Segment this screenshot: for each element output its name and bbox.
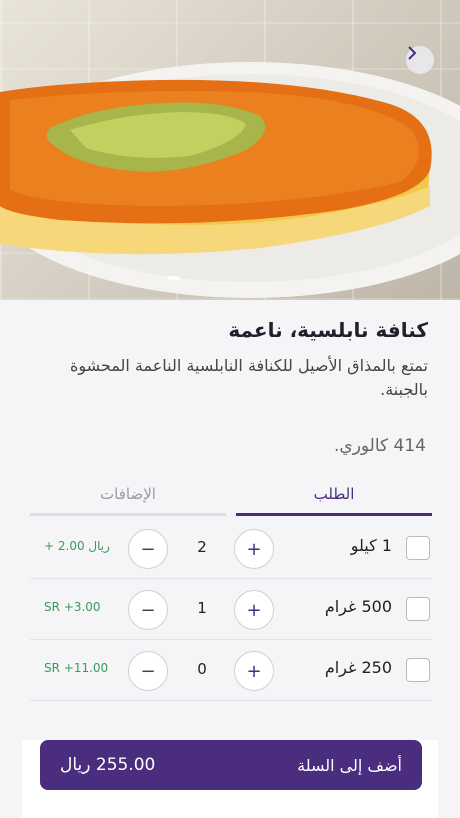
option-price: SR +11.00 (44, 661, 109, 675)
product-title: كنافة نابلسية، ناعمة (228, 318, 428, 342)
cart-total: 255.00 ريال (60, 755, 156, 775)
decrease-button[interactable]: − (128, 529, 168, 569)
increase-button[interactable]: + (234, 651, 274, 691)
tab-order[interactable]: الطلب (236, 482, 432, 516)
quantity-value: 0 (197, 660, 207, 678)
option-price: SR +3.00 (44, 600, 101, 614)
option-row: 1 كيلو + 2 − + 2.00 ريال (30, 518, 432, 579)
option-row: 500 غرام + 1 − SR +3.00 (30, 579, 432, 640)
increase-button[interactable]: + (234, 590, 274, 630)
quantity-value: 1 (197, 599, 207, 617)
carousel-indicator (168, 276, 180, 280)
cart-bar: 255.00 ريال أضف إلى السلة (22, 740, 438, 818)
option-label: 500 غرام (324, 597, 392, 616)
option-checkbox[interactable] (406, 536, 430, 560)
decrease-button[interactable]: − (128, 651, 168, 691)
next-image-button[interactable] (406, 46, 434, 74)
decrease-button[interactable]: − (128, 590, 168, 630)
tab-extras[interactable]: الإضافات (30, 482, 226, 516)
option-checkbox[interactable] (406, 658, 430, 682)
tabs: الطلب الإضافات (30, 482, 432, 516)
option-checkbox[interactable] (406, 597, 430, 621)
increase-button[interactable]: + (234, 529, 274, 569)
option-label: 250 غرام (324, 658, 392, 677)
option-price: + 2.00 ريال (44, 539, 110, 553)
option-row: 250 غرام + 0 − SR +11.00 (30, 640, 432, 701)
kunafa-illustration (0, 62, 460, 298)
product-calories: 414 كالوري. (333, 436, 426, 456)
product-details: كنافة نابلسية، ناعمة تمتع بالمذاق الأصيل… (0, 300, 460, 818)
option-label: 1 كيلو (350, 536, 392, 555)
add-to-cart-label: أضف إلى السلة (297, 755, 402, 775)
product-image (0, 0, 460, 300)
quantity-value: 2 (197, 538, 207, 556)
options-list: 1 كيلو + 2 − + 2.00 ريال 500 غرام + 1 − … (30, 518, 432, 701)
product-description: تمتع بالمذاق الأصيل للكنافة النابلسية ال… (70, 356, 428, 399)
add-to-cart-button[interactable]: 255.00 ريال أضف إلى السلة (40, 740, 422, 790)
